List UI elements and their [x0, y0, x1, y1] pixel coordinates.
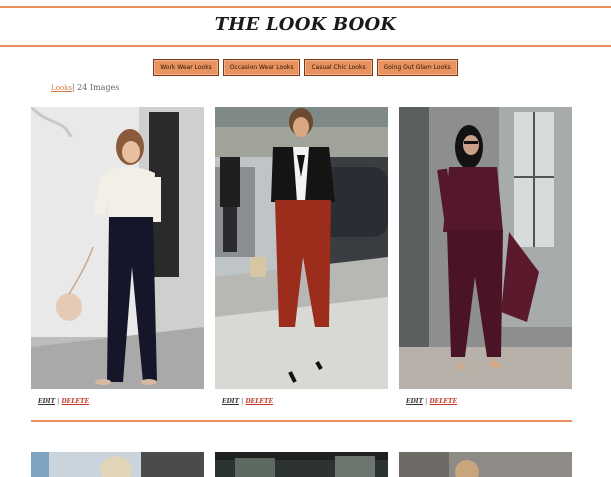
nav-going-out-glam-button[interactable]: Going Out Glam Looks: [376, 59, 458, 76]
look-image-6[interactable]: [399, 452, 572, 477]
edit-link[interactable]: EDIT: [38, 398, 55, 405]
header-top-rule: [0, 6, 611, 8]
category-nav: Work Wear Looks Occasion Wear Looks Casu…: [0, 59, 611, 76]
breadcrumb-separator: |: [71, 83, 75, 92]
nav-casual-chic-button[interactable]: Casual Chic Looks: [304, 59, 373, 76]
image-count: 24 Images: [77, 83, 120, 92]
card-1-actions: EDIT | DELETE: [38, 398, 89, 405]
action-separator: |: [425, 398, 428, 405]
page-title: THE LOOK BOOK: [214, 14, 397, 35]
look-image-3[interactable]: [399, 107, 572, 389]
edit-link[interactable]: EDIT: [406, 398, 423, 405]
card-2-actions: EDIT | DELETE: [222, 398, 273, 405]
nav-occasion-wear-button[interactable]: Occasion Wear Looks: [222, 59, 301, 76]
card-3-actions: EDIT | DELETE: [406, 398, 457, 405]
breadcrumb-looks-link[interactable]: Looks: [51, 84, 72, 92]
look-image-5[interactable]: [215, 452, 388, 477]
edit-link[interactable]: EDIT: [222, 398, 239, 405]
breadcrumb: Looks| 24 Images: [51, 83, 119, 92]
nav-work-wear-button[interactable]: Work Wear Looks: [153, 59, 219, 76]
look-image-4[interactable]: [31, 452, 204, 477]
delete-link[interactable]: DELETE: [245, 398, 273, 405]
look-image-1[interactable]: [31, 107, 204, 389]
action-separator: |: [241, 398, 244, 405]
delete-link[interactable]: DELETE: [429, 398, 457, 405]
look-image-2[interactable]: [215, 107, 388, 389]
section-divider: [31, 420, 572, 422]
delete-link[interactable]: DELETE: [61, 398, 89, 405]
header-bottom-rule: [0, 45, 611, 47]
action-separator: |: [57, 398, 60, 405]
